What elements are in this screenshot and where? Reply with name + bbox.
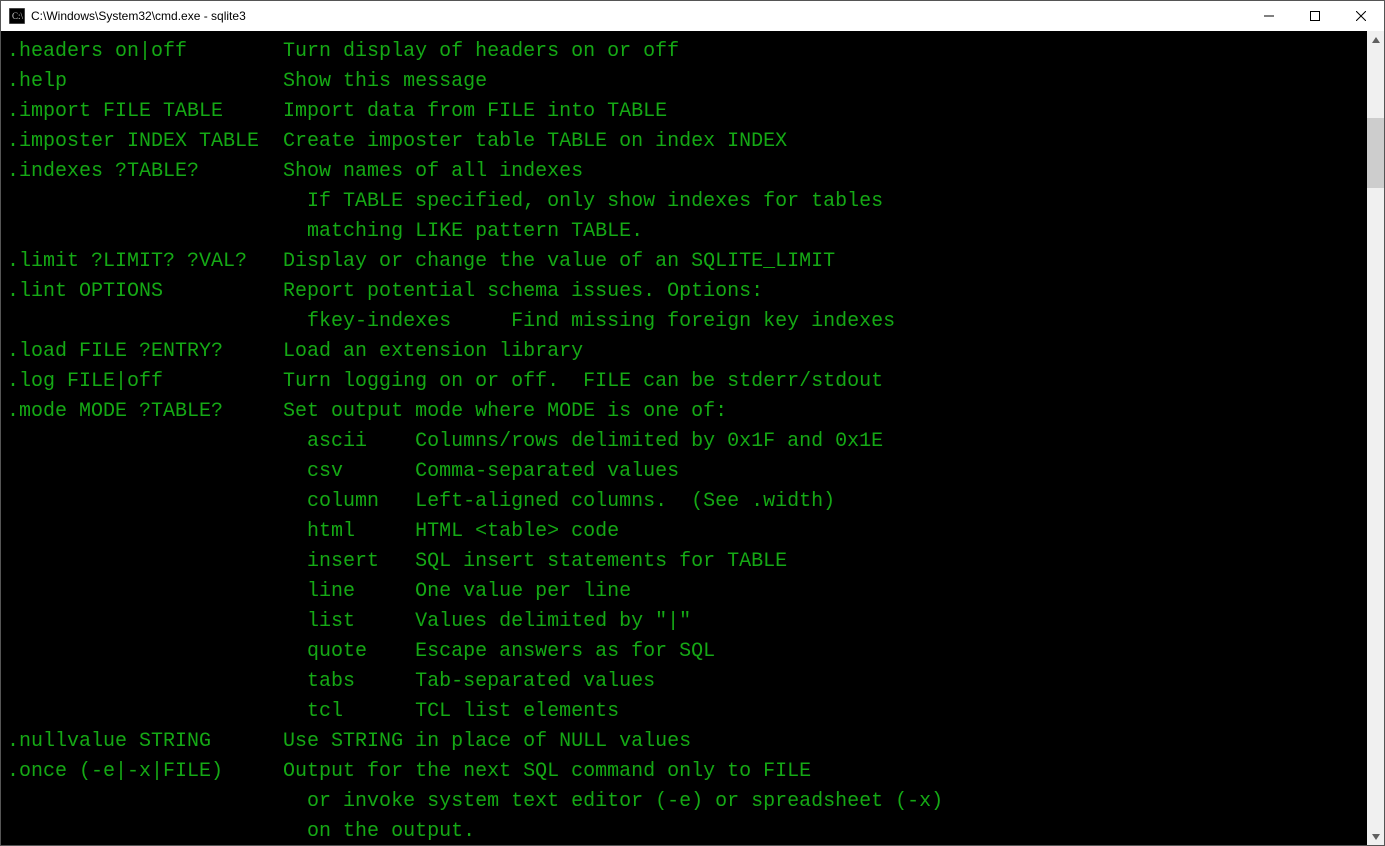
terminal-line: html HTML <table> code bbox=[7, 517, 1367, 547]
titlebar[interactable]: C:\ C:\Windows\System32\cmd.exe - sqlite… bbox=[1, 1, 1384, 31]
terminal-line: .mode MODE ?TABLE? Set output mode where… bbox=[7, 397, 1367, 427]
scroll-up-button[interactable] bbox=[1367, 31, 1384, 48]
minimize-button[interactable] bbox=[1246, 1, 1292, 31]
terminal-line: tcl TCL list elements bbox=[7, 697, 1367, 727]
terminal-line: .limit ?LIMIT? ?VAL? Display or change t… bbox=[7, 247, 1367, 277]
terminal-line: ascii Columns/rows delimited by 0x1F and… bbox=[7, 427, 1367, 457]
terminal-line: insert SQL insert statements for TABLE bbox=[7, 547, 1367, 577]
terminal-line: quote Escape answers as for SQL bbox=[7, 637, 1367, 667]
scroll-thumb[interactable] bbox=[1367, 118, 1384, 188]
terminal-line: line One value per line bbox=[7, 577, 1367, 607]
terminal-line: or invoke system text editor (-e) or spr… bbox=[7, 787, 1367, 817]
scroll-down-button[interactable] bbox=[1367, 828, 1384, 845]
terminal-line: If TABLE specified, only show indexes fo… bbox=[7, 187, 1367, 217]
terminal-line: .once (-e|-x|FILE) Output for the next S… bbox=[7, 757, 1367, 787]
vertical-scrollbar[interactable] bbox=[1367, 31, 1384, 845]
maximize-button[interactable] bbox=[1292, 1, 1338, 31]
client-area: .headers on|off Turn display of headers … bbox=[1, 31, 1384, 845]
terminal-line: .imposter INDEX TABLE Create imposter ta… bbox=[7, 127, 1367, 157]
terminal-line: list Values delimited by "|" bbox=[7, 607, 1367, 637]
terminal-line: matching LIKE pattern TABLE. bbox=[7, 217, 1367, 247]
terminal-line: column Left-aligned columns. (See .width… bbox=[7, 487, 1367, 517]
terminal-line: .load FILE ?ENTRY? Load an extension lib… bbox=[7, 337, 1367, 367]
scroll-track[interactable] bbox=[1367, 48, 1384, 828]
terminal-line: .indexes ?TABLE? Show names of all index… bbox=[7, 157, 1367, 187]
terminal-line: csv Comma-separated values bbox=[7, 457, 1367, 487]
terminal-line: .log FILE|off Turn logging on or off. FI… bbox=[7, 367, 1367, 397]
terminal-line: .nullvalue STRING Use STRING in place of… bbox=[7, 727, 1367, 757]
terminal-line: fkey-indexes Find missing foreign key in… bbox=[7, 307, 1367, 337]
svg-text:C:\: C:\ bbox=[12, 11, 24, 21]
terminal-output[interactable]: .headers on|off Turn display of headers … bbox=[1, 31, 1367, 845]
window-title: C:\Windows\System32\cmd.exe - sqlite3 bbox=[31, 9, 246, 23]
terminal-line: .headers on|off Turn display of headers … bbox=[7, 37, 1367, 67]
cmd-window: C:\ C:\Windows\System32\cmd.exe - sqlite… bbox=[0, 0, 1385, 846]
cmd-icon: C:\ bbox=[9, 8, 25, 24]
terminal-line: on the output. bbox=[7, 817, 1367, 845]
terminal-line: .lint OPTIONS Report potential schema is… bbox=[7, 277, 1367, 307]
terminal-line: .help Show this message bbox=[7, 67, 1367, 97]
close-button[interactable] bbox=[1338, 1, 1384, 31]
terminal-line: .import FILE TABLE Import data from FILE… bbox=[7, 97, 1367, 127]
terminal-line: tabs Tab-separated values bbox=[7, 667, 1367, 697]
